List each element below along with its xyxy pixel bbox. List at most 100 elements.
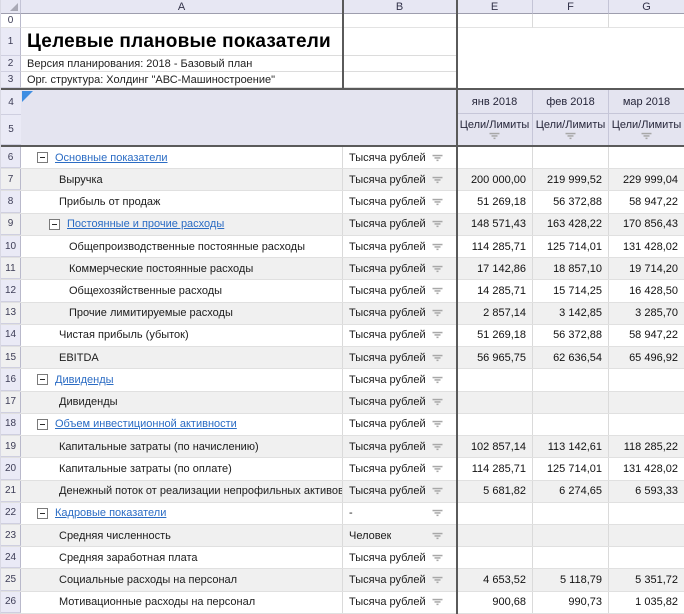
value-cell-jan[interactable]: 14 285,71 — [457, 280, 533, 301]
row-header[interactable]: 26 — [1, 592, 21, 613]
value-cell-mar[interactable]: 1 035,82 — [609, 592, 684, 613]
indicator-cell[interactable]: Постоянные и прочие расходы — [21, 214, 343, 235]
row-header[interactable]: 11 — [1, 258, 21, 279]
row-header[interactable]: 13 — [1, 303, 21, 324]
org-structure-cell[interactable]: Орг. структура: Холдинг "АВС-Машинострое… — [21, 72, 457, 88]
indicator-cell[interactable]: Дивиденды — [21, 392, 343, 413]
row-header[interactable]: 14 — [1, 325, 21, 346]
column-header-f[interactable]: F — [533, 0, 609, 14]
row-header[interactable]: 9 — [1, 214, 21, 235]
row-header-3[interactable]: 3 — [1, 72, 21, 88]
filter-icon[interactable] — [432, 598, 443, 606]
value-cell-jan[interactable]: 200 000,00 — [457, 169, 533, 190]
value-cell-jan[interactable]: 17 142,86 — [457, 258, 533, 279]
row-header[interactable]: 24 — [1, 547, 21, 568]
empty-cell[interactable] — [457, 14, 533, 28]
value-cell-feb[interactable] — [533, 547, 609, 568]
value-cell-mar[interactable] — [609, 525, 684, 546]
value-cell-feb[interactable]: 125 714,01 — [533, 236, 609, 257]
filter-icon[interactable] — [432, 243, 443, 251]
value-cell-feb[interactable] — [533, 503, 609, 524]
value-cell-feb[interactable]: 62 636,54 — [533, 347, 609, 368]
indicator-cell[interactable]: Общепроизводственные постоянные расходы — [21, 236, 343, 257]
value-cell-feb[interactable]: 3 142,85 — [533, 303, 609, 324]
filter-icon[interactable] — [432, 265, 443, 273]
column-header-a[interactable]: A — [21, 0, 343, 14]
unit-cell[interactable]: Человек — [343, 525, 457, 546]
indicator-cell[interactable]: Кадровые показатели — [21, 503, 343, 524]
value-cell-mar[interactable]: 131 428,02 — [609, 236, 684, 257]
indicator-cell[interactable]: Прочие лимитируемые расходы — [21, 303, 343, 324]
unit-cell[interactable]: Тысяча рублей — [343, 347, 457, 368]
row-header[interactable]: 20 — [1, 458, 21, 479]
value-cell-feb[interactable] — [533, 369, 609, 390]
collapse-icon[interactable] — [37, 508, 48, 519]
value-cell-feb[interactable]: 163 428,22 — [533, 214, 609, 235]
indicator-cell[interactable]: Средняя численность — [21, 525, 343, 546]
unit-cell[interactable]: Тысяча рублей — [343, 214, 457, 235]
value-cell-mar[interactable] — [609, 147, 684, 168]
filter-icon[interactable] — [432, 398, 443, 406]
filter-icon[interactable] — [432, 331, 443, 339]
group-link[interactable]: Дивиденды — [55, 374, 114, 386]
indicator-cell[interactable]: Средняя заработная плата — [21, 547, 343, 568]
value-cell-feb[interactable]: 990,73 — [533, 592, 609, 613]
empty-cell[interactable] — [21, 14, 343, 28]
filter-icon[interactable] — [432, 576, 443, 584]
value-cell-jan[interactable]: 900,68 — [457, 592, 533, 613]
collapse-icon[interactable] — [49, 219, 60, 230]
value-cell-jan[interactable]: 4 653,52 — [457, 569, 533, 590]
month-header-mar[interactable]: мар 2018 — [609, 90, 684, 114]
value-cell-feb[interactable]: 125 714,01 — [533, 458, 609, 479]
value-cell-feb[interactable] — [533, 525, 609, 546]
value-cell-jan[interactable]: 51 269,18 — [457, 191, 533, 212]
value-cell-feb[interactable] — [533, 392, 609, 413]
value-cell-jan[interactable] — [457, 503, 533, 524]
value-cell-feb[interactable]: 56 372,88 — [533, 325, 609, 346]
value-cell-mar[interactable]: 65 496,92 — [609, 347, 684, 368]
value-cell-jan[interactable]: 148 571,43 — [457, 214, 533, 235]
measure-header[interactable]: Цели/Лимиты — [609, 114, 684, 145]
row-header[interactable]: 21 — [1, 481, 21, 502]
filter-icon[interactable] — [432, 287, 443, 295]
value-cell-mar[interactable]: 118 285,22 — [609, 436, 684, 457]
value-cell-jan[interactable]: 51 269,18 — [457, 325, 533, 346]
unit-cell[interactable]: Тысяча рублей в месяц — [343, 547, 457, 568]
indicator-cell[interactable]: Коммерческие постоянные расходы — [21, 258, 343, 279]
unit-cell[interactable]: Тысяча рублей — [343, 481, 457, 502]
value-cell-mar[interactable] — [609, 369, 684, 390]
value-cell-jan[interactable]: 56 965,75 — [457, 347, 533, 368]
title-cell[interactable]: Целевые плановые показатели — [21, 28, 457, 56]
indicator-cell[interactable]: Социальные расходы на персонал — [21, 569, 343, 590]
value-cell-mar[interactable] — [609, 392, 684, 413]
value-cell-mar[interactable] — [609, 414, 684, 435]
value-cell-mar[interactable]: 170 856,43 — [609, 214, 684, 235]
unit-cell[interactable]: Тысяча рублей — [343, 369, 457, 390]
unit-cell[interactable]: Тысяча рублей — [343, 303, 457, 324]
value-cell-feb[interactable]: 15 714,25 — [533, 280, 609, 301]
unit-cell[interactable]: Тысяча рублей — [343, 569, 457, 590]
indicator-cell[interactable]: Капитальные затраты (по оплате) — [21, 458, 343, 479]
indicator-cell[interactable]: Выручка — [21, 169, 343, 190]
value-cell-mar[interactable]: 58 947,22 — [609, 325, 684, 346]
value-cell-mar[interactable]: 5 351,72 — [609, 569, 684, 590]
row-header[interactable]: 15 — [1, 347, 21, 368]
value-cell-mar[interactable]: 6 593,33 — [609, 481, 684, 502]
unit-cell[interactable]: Тысяча рублей — [343, 280, 457, 301]
value-cell-jan[interactable] — [457, 147, 533, 168]
measure-header[interactable]: Цели/Лимиты — [457, 114, 533, 145]
row-header[interactable]: 25 — [1, 569, 21, 590]
row-header[interactable]: 22 — [1, 503, 21, 524]
value-cell-mar[interactable]: 16 428,50 — [609, 280, 684, 301]
indicator-cell[interactable]: Основные показатели — [21, 147, 343, 168]
value-cell-jan[interactable] — [457, 525, 533, 546]
value-cell-jan[interactable]: 114 285,71 — [457, 236, 533, 257]
filter-icon[interactable] — [432, 554, 443, 562]
row-header[interactable]: 7 — [1, 169, 21, 190]
value-cell-feb[interactable]: 18 857,10 — [533, 258, 609, 279]
unit-cell[interactable]: Тысяча рублей — [343, 191, 457, 212]
value-cell-jan[interactable]: 2 857,14 — [457, 303, 533, 324]
indicator-cell[interactable]: Общехозяйственные расходы — [21, 280, 343, 301]
filter-icon[interactable] — [489, 132, 500, 140]
indicator-cell[interactable]: EBITDA — [21, 347, 343, 368]
